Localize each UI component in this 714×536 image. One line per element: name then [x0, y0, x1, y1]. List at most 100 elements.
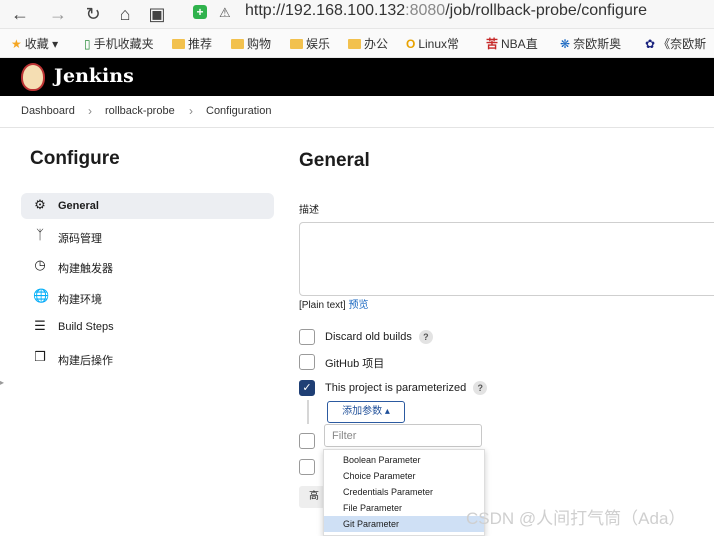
star-icon: ★ [11, 37, 22, 51]
sidebar-item-label: General [58, 200, 99, 212]
sidebar-collapse-icon[interactable]: ▸ [0, 378, 4, 387]
menu-item-label: Choice Parameter [343, 471, 416, 481]
folder-icon [172, 39, 185, 49]
preview-link[interactable]: 预览 [348, 300, 368, 311]
shield-icon[interactable]: + [193, 5, 207, 19]
url-port: :8080 [405, 2, 446, 19]
bookmark-label: 娱乐 [306, 37, 331, 51]
parameter-type-menu: Boolean Parameter Choice Parameter Crede… [323, 449, 485, 536]
plain-text-note: [Plain text] 预览 [299, 296, 368, 311]
add-parameter-button[interactable]: 添加参数 ▴ [327, 401, 405, 423]
bookmark-label: NBA直 [501, 37, 538, 51]
checkmark-icon: ✓ [302, 382, 312, 394]
bookmark-site[interactable]: ❋ 奈欧斯奥 [560, 35, 621, 52]
bookmark-label: 手机收藏夹 [93, 37, 154, 51]
menu-item-file[interactable]: File Parameter [324, 500, 484, 516]
bookmark-site[interactable]: ✿ 《奈欧斯 [645, 35, 706, 52]
description-textarea[interactable] [299, 222, 714, 296]
bookmark-favorites[interactable]: ★ 收藏 ▾ [11, 35, 58, 52]
menu-item-label: Credentials Parameter [343, 487, 434, 497]
plain-text-label: [Plain text] [299, 300, 346, 311]
bookmark-mobile[interactable]: ▯ 手机收藏夹 [84, 35, 154, 52]
phone-icon: ▯ [84, 37, 91, 51]
not-secure-icon[interactable]: ⚠ [219, 5, 231, 21]
sidebar-item-triggers[interactable]: ◷ 构建触发器 [21, 253, 274, 279]
sidebar-item-label: 源码管理 [58, 233, 102, 245]
chevron-down-icon: ▾ [52, 37, 59, 51]
menu-item-label: Git Parameter [343, 519, 400, 529]
forward-arrow-icon[interactable]: → [47, 3, 69, 25]
bookmark-label: 收藏 [24, 37, 49, 51]
sidebar-item-build-steps[interactable]: ☰ Build Steps [21, 314, 274, 340]
globe-icon: 🌐 [33, 288, 50, 303]
menu-item-git[interactable]: Git Parameter [324, 516, 484, 532]
folder-icon [348, 39, 361, 49]
advanced-button[interactable]: 高级 [299, 486, 325, 508]
site-icon: ❋ [560, 37, 571, 51]
url-path: /job/rollback-probe/configure [445, 2, 648, 19]
briefcase-icon[interactable]: ▣ [146, 3, 168, 25]
menu-item-label: File Parameter [343, 503, 403, 513]
bookmark-folder[interactable]: 购物 [231, 35, 271, 52]
bookmark-label: 购物 [247, 37, 272, 51]
jenkins-title[interactable]: Jenkins [54, 65, 134, 87]
breadcrumb-job[interactable]: rollback-probe [105, 105, 175, 117]
bookmarks-bar: ★ 收藏 ▾ ▯ 手机收藏夹 推荐 购物 娱乐 办公 O Linux常 苦 NBA直 ❋… [0, 29, 714, 58]
menu-item-boolean[interactable]: Boolean Parameter [324, 452, 484, 468]
address-bar[interactable]: http://192.168.100.132:8080/job/rollback… [245, 2, 647, 20]
option-checkbox-hidden[interactable] [299, 433, 315, 449]
parameter-filter-input[interactable]: Filter [324, 424, 482, 447]
bookmark-label: 奈欧斯奥 [573, 37, 622, 51]
menu-item-credentials[interactable]: Credentials Parameter [324, 484, 484, 500]
chevron-right-icon: › [189, 104, 193, 118]
reload-icon[interactable]: ↻ [82, 3, 104, 25]
help-icon[interactable]: ? [418, 330, 433, 344]
sidebar-item-environment[interactable]: 🌐 构建环境 [21, 284, 274, 310]
watermark: CSDN @人间打气筒（Ada） [466, 509, 686, 528]
sidebar-item-label: Build Steps [58, 321, 114, 333]
jenkins-logo-icon[interactable] [21, 63, 45, 91]
bookmark-label: Linux常 [418, 37, 460, 51]
sidebar-item-label: 构建触发器 [58, 263, 113, 275]
browser-toolbar: ← → ↻ ⌂ ▣ + ⚠ http://192.168.100.132:808… [0, 0, 714, 29]
option-label: This project is parameterized [325, 382, 467, 394]
section-title: General [299, 150, 370, 171]
bookmark-folder[interactable]: 推荐 [172, 35, 212, 52]
circle-icon: O [406, 37, 416, 51]
breadcrumb-configuration[interactable]: Configuration [206, 105, 271, 117]
bookmark-nba[interactable]: 苦 NBA直 [486, 35, 538, 52]
jenkins-header: Jenkins [0, 58, 714, 96]
help-icon[interactable]: ? [473, 381, 488, 395]
option-checkbox-hidden[interactable] [299, 459, 315, 475]
option-label: Discard old builds [325, 331, 412, 343]
back-arrow-icon[interactable]: ← [9, 3, 31, 25]
bookmark-label: 《奈欧斯 [658, 37, 707, 51]
chevron-right-icon: › [88, 104, 92, 118]
bookmark-folder[interactable]: 娱乐 [290, 35, 330, 52]
sidebar-item-post-build[interactable]: ❒ 构建后操作 [21, 345, 274, 371]
sidebar-item-label: 构建环境 [58, 294, 102, 306]
parameterized-checkbox[interactable]: ✓ [299, 380, 315, 396]
nested-section-line [307, 400, 309, 424]
bookmark-folder[interactable]: 办公 [348, 35, 388, 52]
sidebar-title: Configure [30, 148, 120, 169]
caret-up-icon: ▴ [384, 406, 390, 417]
folder-icon [231, 39, 244, 49]
discard-old-builds-checkbox[interactable] [299, 329, 315, 345]
cube-icon: ❒ [34, 349, 46, 364]
sidebar-item-general[interactable]: ⚙ General [21, 193, 274, 219]
sidebar-item-label: 构建后操作 [58, 355, 113, 367]
menu-item-choice[interactable]: Choice Parameter [324, 468, 484, 484]
list-icon: ☰ [34, 318, 46, 333]
folder-icon [290, 39, 303, 49]
site-icon: 苦 [486, 37, 499, 51]
bookmark-label: 推荐 [188, 37, 213, 51]
description-label: 描述 [299, 205, 319, 216]
breadcrumb-dashboard[interactable]: Dashboard [21, 105, 75, 117]
github-project-checkbox[interactable] [299, 354, 315, 370]
option-label: GitHub 项目 [325, 358, 385, 370]
breadcrumb: Dashboard › rollback-probe › Configurati… [0, 97, 714, 128]
sidebar-item-scm[interactable]: ᛉ 源码管理 [21, 223, 274, 249]
home-icon[interactable]: ⌂ [114, 3, 136, 25]
bookmark-linux[interactable]: O Linux常 [406, 35, 459, 52]
